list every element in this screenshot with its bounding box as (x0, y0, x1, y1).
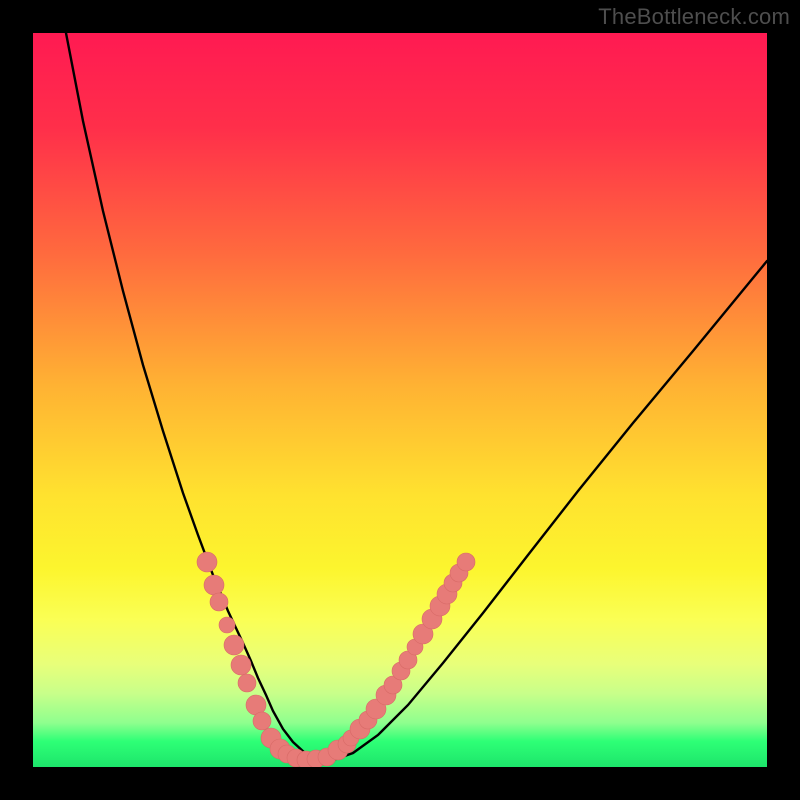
data-dot (210, 593, 228, 611)
chart-svg (33, 33, 767, 767)
data-dot (253, 712, 271, 730)
data-dot (224, 635, 244, 655)
watermark-text: TheBottleneck.com (598, 4, 790, 30)
data-dot (204, 575, 224, 595)
data-dot (238, 674, 256, 692)
data-dot (457, 553, 475, 571)
data-dot (197, 552, 217, 572)
data-dot (219, 617, 235, 633)
data-dot (231, 655, 251, 675)
chart-plot-area (33, 33, 767, 767)
